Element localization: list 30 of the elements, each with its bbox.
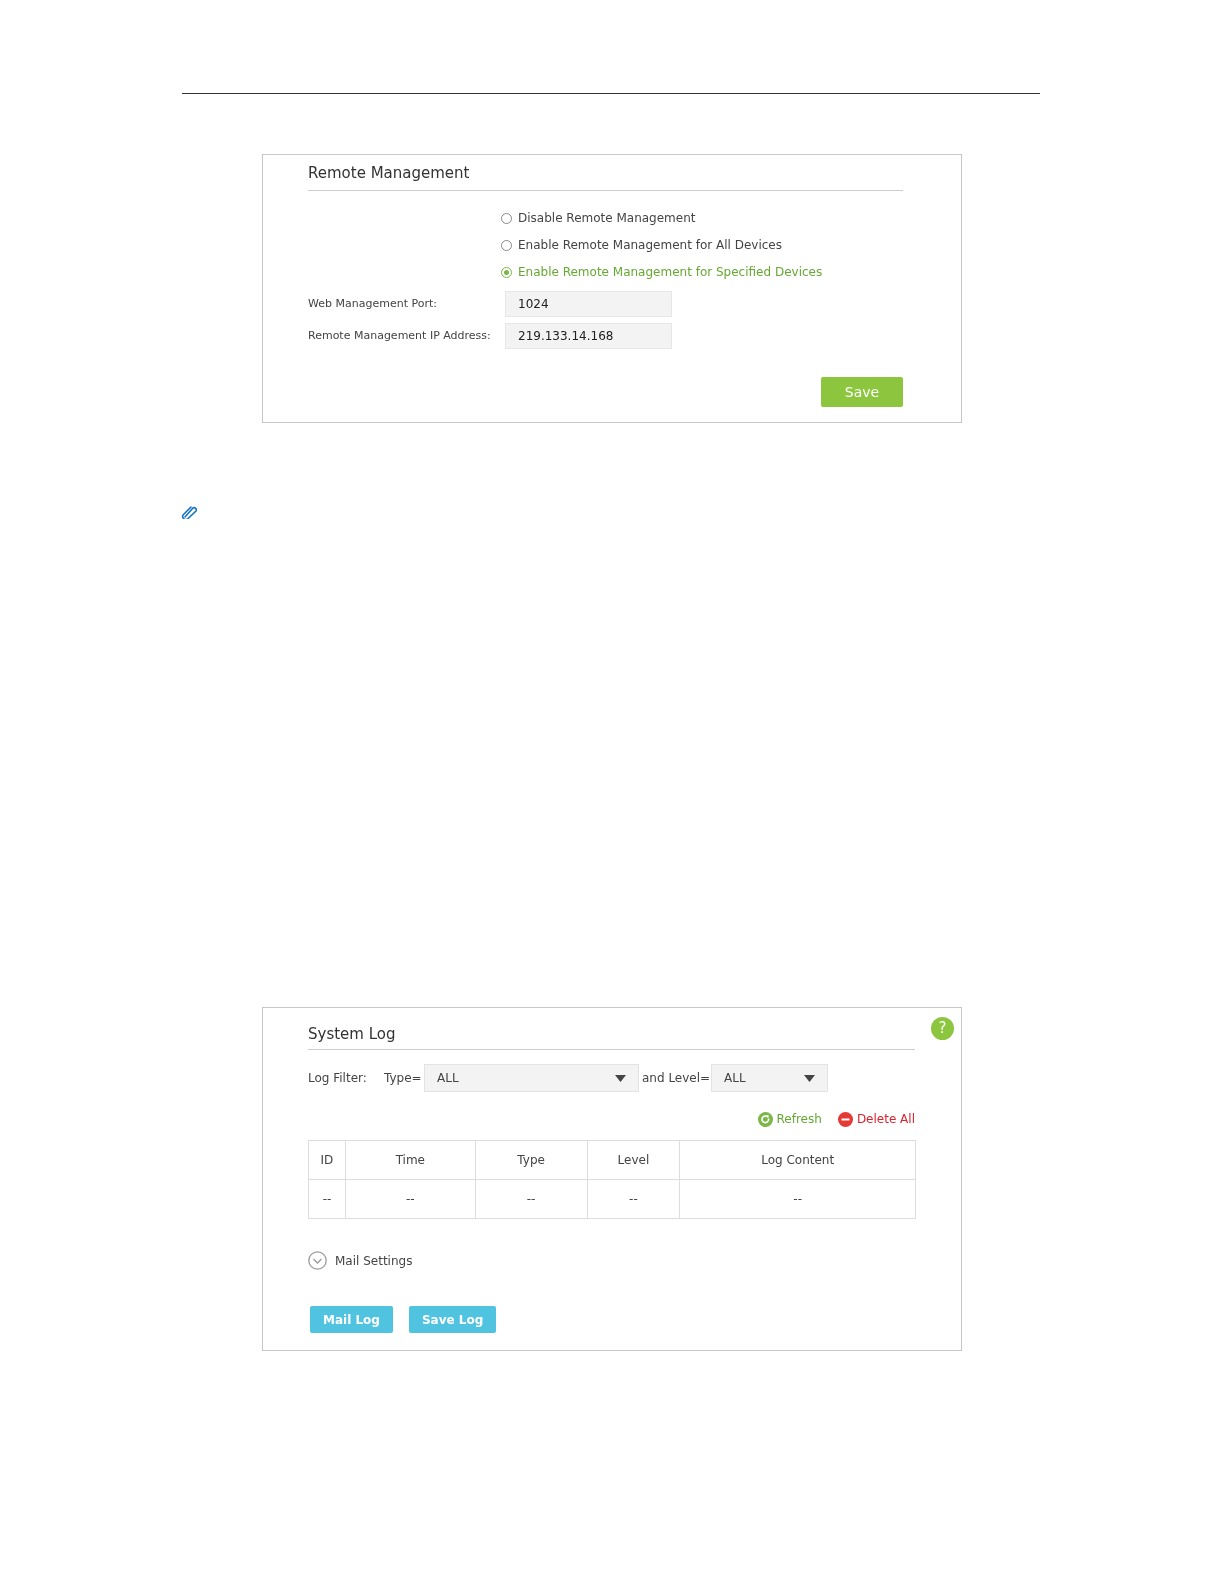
filter-label: Type= [384, 1070, 423, 1087]
table-cell: -- [679, 1179, 916, 1219]
column-header: Log Content [679, 1140, 916, 1180]
table-cell: -- [308, 1179, 346, 1219]
column-header: Type [475, 1140, 587, 1180]
column-header: Level [587, 1140, 680, 1180]
input-field[interactable]: 219.133.14.168 [505, 323, 672, 349]
filter-label: and Level= [641, 1070, 711, 1087]
table-cell: -- [345, 1179, 476, 1219]
delete-all-button[interactable]: Delete All [837, 1110, 915, 1128]
dropdown[interactable]: ALL [424, 1064, 639, 1092]
field-label: Remote Management IP Address: [308, 327, 492, 344]
table-cell: -- [587, 1179, 680, 1219]
input-field[interactable]: 1024 [505, 291, 672, 317]
radio-option[interactable]: Disable Remote Management [501, 209, 916, 227]
caret-icon [804, 1074, 815, 1082]
caret-icon [615, 1074, 626, 1082]
radio-option[interactable]: Enable Remote Management for All Devices [501, 236, 916, 254]
dropdown[interactable]: ALL [711, 1064, 828, 1092]
field-label: Web Management Port: [308, 295, 438, 312]
column-header: Time [345, 1140, 476, 1180]
paperclip-icon [181, 505, 197, 519]
table-cell: -- [475, 1179, 587, 1219]
column-header: ID [308, 1140, 346, 1180]
filter-label: Log Filter: [308, 1070, 368, 1087]
refresh-icon [757, 1111, 773, 1127]
mail-settings-toggle[interactable]: Mail Settings [308, 1251, 413, 1270]
section-title: System Log [308, 1025, 396, 1043]
section-title: Remote Management [308, 164, 470, 182]
minus-circle-icon [837, 1111, 853, 1127]
